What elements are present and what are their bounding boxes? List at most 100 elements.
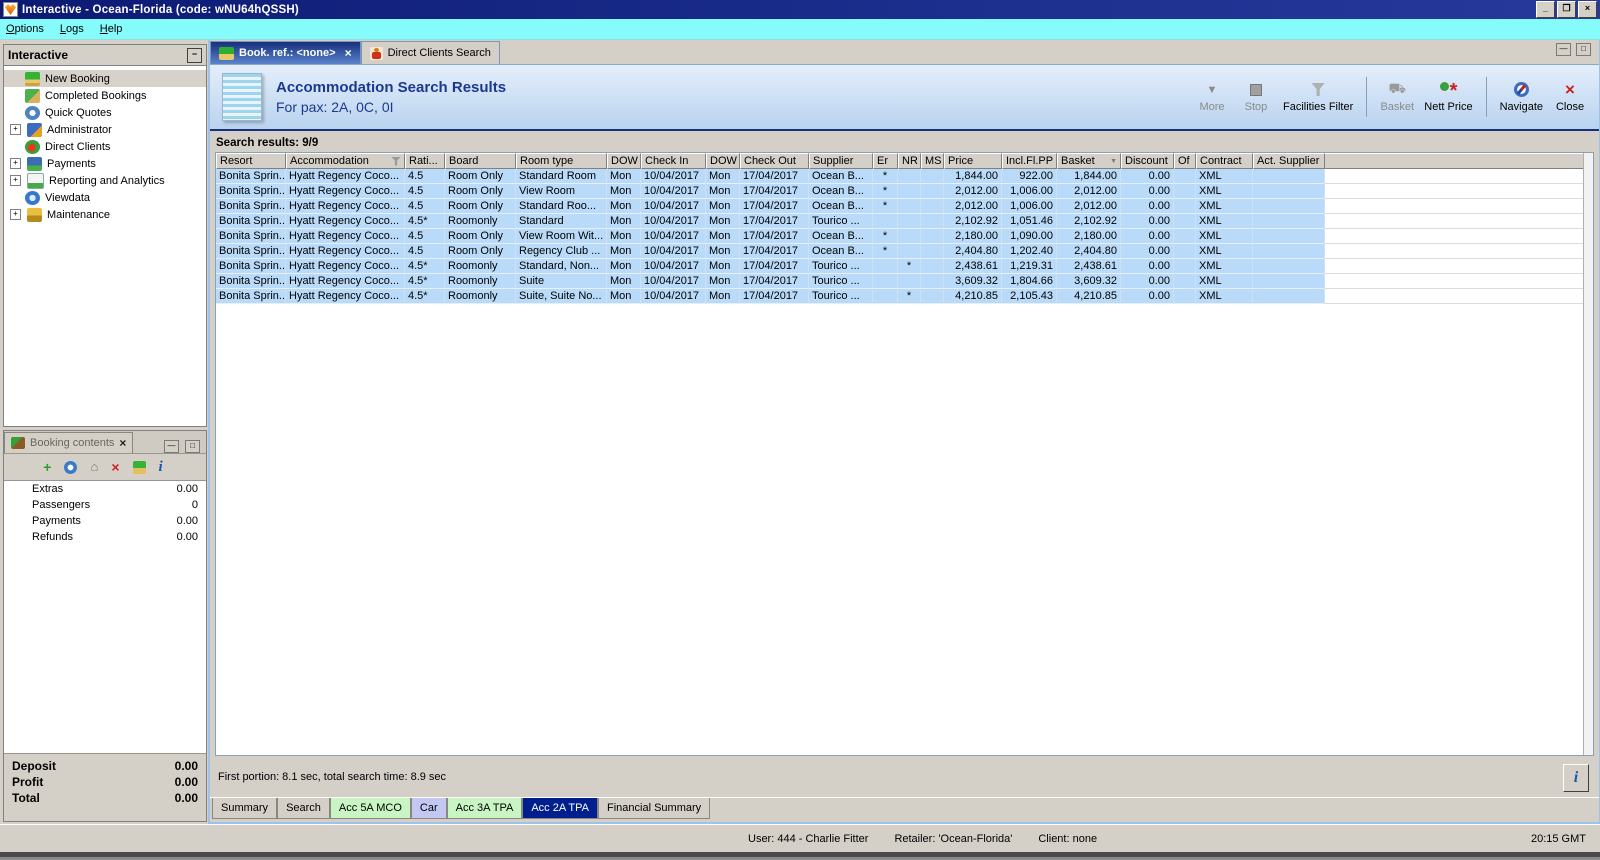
booking-contents-row[interactable]: Refunds 0.00 xyxy=(4,529,206,545)
results-toolbar: ▼ More Stop Facilities Filter ⛟ Basket Nett Pr… xyxy=(1195,77,1591,117)
tab-direct-clients-search[interactable]: Direct Clients Search xyxy=(360,41,500,64)
menu-item-help[interactable]: Help xyxy=(100,23,123,35)
column-header-act-supplier[interactable]: Act. Supplier xyxy=(1253,153,1325,169)
table-cell: Bonita Sprin... xyxy=(216,289,286,304)
table-row[interactable]: Bonita Sprin... Hyatt Regency Coco... 4.5*… xyxy=(216,274,1593,289)
application-window: Interactive - Ocean-Florida (code: wNU64… xyxy=(0,0,1600,860)
maximize-view-icon[interactable]: □ xyxy=(1576,43,1591,56)
tab-book-ref-none-[interactable]: Book. ref.: <none> × xyxy=(210,41,361,64)
column-header-check-in[interactable]: Check In xyxy=(641,153,706,169)
minimize-button[interactable]: _ xyxy=(1536,1,1555,18)
table-cell: Ocean B... xyxy=(809,199,873,214)
table-cell: Mon xyxy=(706,259,740,274)
close-tab-icon[interactable]: × xyxy=(345,46,352,60)
sidebar-item-direct-clients[interactable]: Direct Clients xyxy=(4,138,206,155)
column-header-basket[interactable]: Basket ▼ xyxy=(1057,153,1121,169)
bottom-tab-acc-5a-mco[interactable]: Acc 5A MCO xyxy=(329,798,411,819)
minimize-view-icon[interactable]: — xyxy=(1556,43,1571,56)
sidebar-item-completed-bookings[interactable]: Completed Bookings xyxy=(4,87,206,104)
bottom-tab-summary[interactable]: Summary xyxy=(212,798,278,819)
nett-price-button[interactable]: Nett Price xyxy=(1424,80,1472,113)
bottom-tab-acc-3a-tpa[interactable]: Acc 3A TPA xyxy=(446,798,523,819)
facilities-filter-button[interactable]: Facilities Filter xyxy=(1283,82,1353,113)
quick-quote-icon[interactable] xyxy=(64,460,78,474)
table-cell: Roomonly xyxy=(445,259,516,274)
table-row[interactable]: Bonita Sprin... Hyatt Regency Coco... 4.5*… xyxy=(216,214,1593,229)
column-header-er[interactable]: Er xyxy=(873,153,898,169)
column-header-discount[interactable]: Discount xyxy=(1121,153,1174,169)
sidebar-item-administrator[interactable]: + Administrator xyxy=(4,121,206,138)
table-cell xyxy=(873,289,898,304)
close-booking-contents-icon[interactable]: × xyxy=(119,436,126,450)
column-header-dow[interactable]: DOW xyxy=(607,153,641,169)
vertical-scrollbar[interactable] xyxy=(1583,153,1593,755)
menu-item-options[interactable]: Options xyxy=(6,23,44,35)
column-header-check-out[interactable]: Check Out xyxy=(740,153,809,169)
basket-move-icon[interactable]: ⌂ xyxy=(90,460,98,474)
bottom-tab-search[interactable]: Search xyxy=(277,798,330,819)
close-button[interactable]: × Close xyxy=(1553,81,1587,113)
column-header-contract[interactable]: Contract xyxy=(1196,153,1253,169)
collapse-panel-button[interactable]: − xyxy=(187,47,202,63)
app-icon xyxy=(3,2,18,17)
table-row[interactable]: Bonita Sprin... Hyatt Regency Coco... 4.5 R… xyxy=(216,244,1593,259)
sidebar-item-viewdata[interactable]: Viewdata xyxy=(4,189,206,206)
expand-icon[interactable]: + xyxy=(10,175,21,186)
booking-contents-row[interactable]: Extras 0.00 xyxy=(4,481,206,497)
column-header-board[interactable]: Board xyxy=(445,153,516,169)
bottom-tab-financial-summary[interactable]: Financial Summary xyxy=(598,798,711,819)
table-row[interactable]: Bonita Sprin... Hyatt Regency Coco... 4.5 R… xyxy=(216,229,1593,244)
booking-contents-row[interactable]: Passengers 0 xyxy=(4,497,206,513)
table-cell: Room Only xyxy=(445,184,516,199)
expand-icon[interactable]: + xyxy=(10,124,21,135)
restore-button[interactable]: ❐ xyxy=(1557,1,1576,18)
add-item-icon[interactable]: + xyxy=(43,460,51,474)
filter-funnel-icon[interactable] xyxy=(391,156,401,166)
palm-tree-icon[interactable] xyxy=(132,460,146,474)
column-header-supplier[interactable]: Supplier xyxy=(809,153,873,169)
delete-icon[interactable]: × xyxy=(111,460,119,474)
table-cell xyxy=(1174,289,1196,304)
table-cell xyxy=(921,259,944,274)
expand-icon[interactable]: + xyxy=(10,158,21,169)
table-cell xyxy=(1174,229,1196,244)
table-cell: 17/04/2017 xyxy=(740,289,809,304)
column-header-label: Basket xyxy=(1061,155,1095,167)
menu-item-logs[interactable]: Logs xyxy=(60,23,84,35)
column-header-incl-fl-pp[interactable]: Incl.Fl.PP xyxy=(1002,153,1057,169)
bottom-tab-car[interactable]: Car xyxy=(410,798,447,819)
sidebar-item-maintenance[interactable]: + Maintenance xyxy=(4,206,206,223)
column-header-accommodation[interactable]: Accommodation xyxy=(286,153,405,169)
column-header-ms[interactable]: MS xyxy=(921,153,944,169)
column-header-room-type[interactable]: Room type xyxy=(516,153,607,169)
column-header-resort[interactable]: Resort xyxy=(216,153,286,169)
table-cell: 2,404.80 xyxy=(1057,244,1121,259)
table-row[interactable]: Bonita Sprin... Hyatt Regency Coco... 4.5 R… xyxy=(216,184,1593,199)
column-header-rati-[interactable]: Rati... xyxy=(405,153,445,169)
maximize-panel-icon[interactable]: □ xyxy=(185,440,200,453)
column-header-dow[interactable]: DOW xyxy=(706,153,740,169)
booking-contents-row[interactable]: Payments 0.00 xyxy=(4,513,206,529)
sidebar-item-new-booking[interactable]: New Booking xyxy=(4,70,206,87)
info-button[interactable]: i xyxy=(1563,764,1589,792)
table-row[interactable]: Bonita Sprin... Hyatt Regency Coco... 4.5 R… xyxy=(216,199,1593,214)
sidebar-item-quick-quotes[interactable]: Quick Quotes xyxy=(4,104,206,121)
booking-contents-tab[interactable]: Booking contents × xyxy=(4,432,134,453)
sidebar-item-payments[interactable]: + Payments xyxy=(4,155,206,172)
table-cell: * xyxy=(873,169,898,184)
page-title: Accommodation Search Results xyxy=(276,79,507,96)
table-cell xyxy=(1253,229,1325,244)
table-row[interactable]: Bonita Sprin... Hyatt Regency Coco... 4.5*… xyxy=(216,289,1593,304)
sidebar-item-reporting-and-analytics[interactable]: + Reporting and Analytics xyxy=(4,172,206,189)
bottom-tab-acc-2a-tpa[interactable]: Acc 2A TPA xyxy=(522,798,598,819)
close-button[interactable]: × xyxy=(1578,1,1597,18)
table-row[interactable]: Bonita Sprin... Hyatt Regency Coco... 4.5 R… xyxy=(216,169,1593,184)
expand-icon[interactable]: + xyxy=(10,209,21,220)
column-header-price[interactable]: Price xyxy=(944,153,1002,169)
column-header-of[interactable]: Of xyxy=(1174,153,1196,169)
table-row[interactable]: Bonita Sprin... Hyatt Regency Coco... 4.5*… xyxy=(216,259,1593,274)
column-header-nr[interactable]: NR xyxy=(898,153,921,169)
minimize-panel-icon[interactable]: — xyxy=(164,440,179,453)
navigate-button[interactable]: Navigate xyxy=(1500,82,1543,113)
info-icon[interactable]: i xyxy=(159,460,163,475)
